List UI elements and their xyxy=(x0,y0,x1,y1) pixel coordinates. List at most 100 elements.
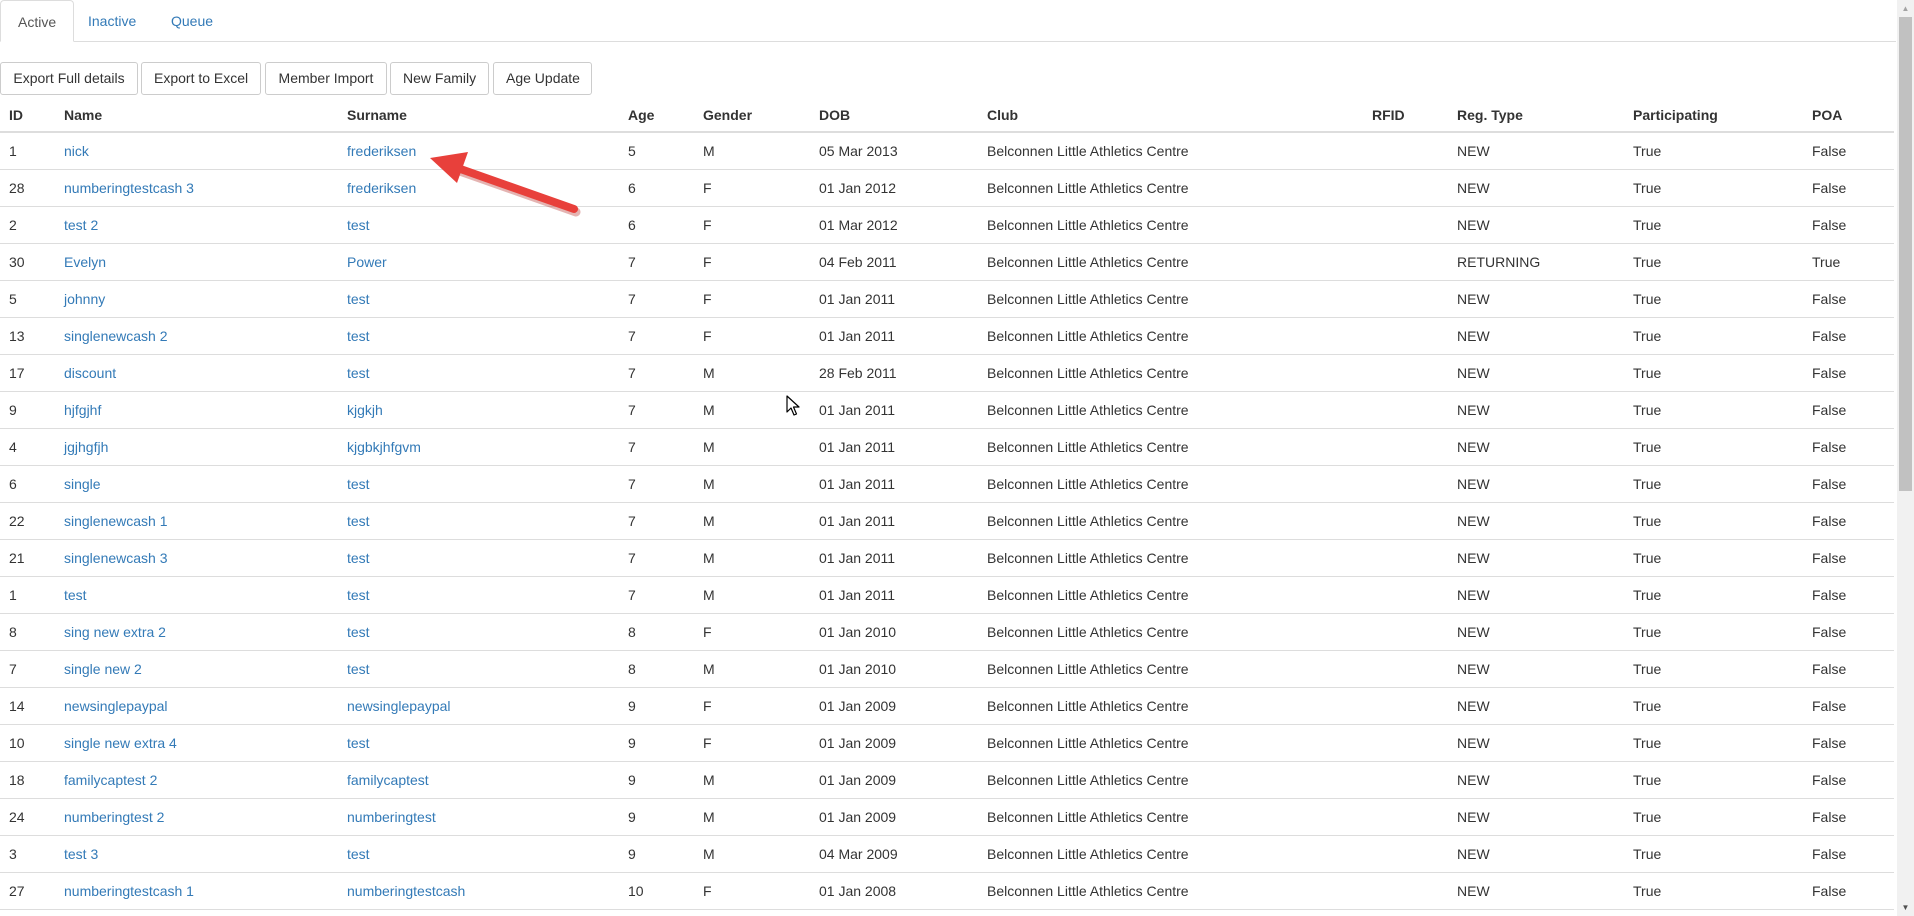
member-name-link[interactable]: familycaptest 2 xyxy=(64,772,157,788)
cell-reg-type: NEW xyxy=(1448,724,1624,762)
table-row: 6 single test 7 M 01 Jan 2011 Belconnen Little… xyxy=(0,465,1894,503)
cell-rfid xyxy=(1363,169,1448,207)
table-row: 5 johnny test 7 F 01 Jan 2011 Belconnen Little… xyxy=(0,280,1894,318)
vertical-scrollbar[interactable]: ▲ ▼ xyxy=(1897,0,1914,916)
member-surname-link[interactable]: kjgbkjhfgvm xyxy=(347,439,421,455)
cell-age: 7 xyxy=(619,354,694,392)
tab-queue[interactable]: Queue xyxy=(154,0,230,41)
cell-id: 6 xyxy=(0,465,55,503)
cell-rfid xyxy=(1363,576,1448,614)
export-to-excel-button[interactable]: Export to Excel xyxy=(141,62,261,95)
cell-club: Belconnen Little Athletics Centre xyxy=(978,465,1363,503)
member-name-link[interactable]: jgjhgfjh xyxy=(64,439,108,455)
export-full-details-button[interactable]: Export Full details xyxy=(0,62,138,95)
age-update-button[interactable]: Age Update xyxy=(493,62,592,95)
member-surname-link[interactable]: frederiksen xyxy=(347,180,416,196)
cell-age: 7 xyxy=(619,428,694,466)
member-name-link[interactable]: numberingtest 2 xyxy=(64,809,164,825)
cell-id: 30 xyxy=(0,243,55,281)
member-name-link[interactable]: Evelyn xyxy=(64,254,106,270)
member-surname-link[interactable]: kjgkjh xyxy=(347,402,383,418)
member-surname-link[interactable]: numberingtest xyxy=(347,809,436,825)
member-surname-link[interactable]: test xyxy=(347,365,370,381)
member-surname-link[interactable]: test xyxy=(347,291,370,307)
members-table: ID Name Surname Age Gender DOB Club RFID Reg. Ty… xyxy=(0,99,1894,910)
member-name-link[interactable]: single new extra 4 xyxy=(64,735,177,751)
new-family-button[interactable]: New Family xyxy=(390,62,489,95)
cell-participating: True xyxy=(1624,613,1803,651)
cell-surname: frederiksen xyxy=(338,132,619,170)
cell-gender: M xyxy=(694,761,810,799)
cell-poa: False xyxy=(1803,465,1894,503)
table-row: 7 single new 2 test 8 M 01 Jan 2010 Belconnen … xyxy=(0,650,1894,688)
member-surname-link[interactable]: test xyxy=(347,846,370,862)
member-name-link[interactable]: singlenewcash 1 xyxy=(64,513,168,529)
tab-active[interactable]: Active xyxy=(0,0,75,42)
cell-id: 17 xyxy=(0,354,55,392)
cell-participating: True xyxy=(1624,761,1803,799)
member-surname-link[interactable]: test xyxy=(347,217,370,233)
cell-gender: M xyxy=(694,539,810,577)
member-surname-link[interactable]: frederiksen xyxy=(347,143,416,159)
member-surname-link[interactable]: test xyxy=(347,513,370,529)
member-name-link[interactable]: newsinglepaypal xyxy=(64,698,168,714)
member-name-link[interactable]: sing new extra 2 xyxy=(64,624,166,640)
member-surname-link[interactable]: test xyxy=(347,587,370,603)
cell-club: Belconnen Little Athletics Centre xyxy=(978,132,1363,170)
cell-surname: test xyxy=(338,613,619,651)
member-surname-link[interactable]: test xyxy=(347,476,370,492)
member-name-link[interactable]: hjfgjhf xyxy=(64,402,101,418)
cell-surname: test xyxy=(338,206,619,244)
cell-rfid xyxy=(1363,354,1448,392)
member-name-link[interactable]: nick xyxy=(64,143,89,159)
cell-reg-type: NEW xyxy=(1448,576,1624,614)
member-name-link[interactable]: numberingtestcash 1 xyxy=(64,883,194,899)
member-name-link[interactable]: johnny xyxy=(64,291,105,307)
member-surname-link[interactable]: test xyxy=(347,328,370,344)
cell-gender: F xyxy=(694,169,810,207)
member-name-link[interactable]: single xyxy=(64,476,101,492)
member-name-link[interactable]: discount xyxy=(64,365,116,381)
member-name-link[interactable]: numberingtestcash 3 xyxy=(64,180,194,196)
mouse-pointer-icon xyxy=(786,395,800,416)
table-row: 22 singlenewcash 1 test 7 M 01 Jan 2011 Belcon… xyxy=(0,502,1894,540)
cell-rfid xyxy=(1363,687,1448,725)
member-surname-link[interactable]: test xyxy=(347,624,370,640)
table-row: 4 jgjhgfjh kjgbkjhfgvm 7 M 01 Jan 2011 Belconn… xyxy=(0,428,1894,466)
member-surname-link[interactable]: test xyxy=(347,550,370,566)
cell-participating: True xyxy=(1624,539,1803,577)
cell-reg-type: NEW xyxy=(1448,872,1624,910)
cell-surname: test xyxy=(338,576,619,614)
member-name-link[interactable]: single new 2 xyxy=(64,661,142,677)
member-name-link[interactable]: test xyxy=(64,587,87,603)
cell-participating: True xyxy=(1624,465,1803,503)
cell-id: 2 xyxy=(0,206,55,244)
member-name-link[interactable]: singlenewcash 3 xyxy=(64,550,168,566)
cell-age: 9 xyxy=(619,687,694,725)
cell-participating: True xyxy=(1624,724,1803,762)
cell-club: Belconnen Little Athletics Centre xyxy=(978,576,1363,614)
triangle-down-icon[interactable]: ▼ xyxy=(1897,899,1914,916)
cell-poa: False xyxy=(1803,798,1894,836)
member-name-link[interactable]: test 2 xyxy=(64,217,98,233)
tab-inactive[interactable]: Inactive xyxy=(71,0,153,41)
cell-club: Belconnen Little Athletics Centre xyxy=(978,613,1363,651)
scrollbar-thumb[interactable] xyxy=(1899,17,1912,491)
cell-reg-type: NEW xyxy=(1448,613,1624,651)
cell-gender: M xyxy=(694,428,810,466)
member-surname-link[interactable]: test xyxy=(347,661,370,677)
member-surname-link[interactable]: familycaptest xyxy=(347,772,429,788)
member-name-link[interactable]: singlenewcash 2 xyxy=(64,328,168,344)
triangle-up-icon[interactable]: ▲ xyxy=(1897,0,1914,17)
member-surname-link[interactable]: newsinglepaypal xyxy=(347,698,451,714)
member-surname-link[interactable]: test xyxy=(347,735,370,751)
member-surname-link[interactable]: Power xyxy=(347,254,387,270)
cell-rfid xyxy=(1363,724,1448,762)
cell-poa: False xyxy=(1803,391,1894,429)
member-import-button[interactable]: Member Import xyxy=(265,62,387,95)
member-name-link[interactable]: test 3 xyxy=(64,846,98,862)
member-surname-link[interactable]: numberingtestcash xyxy=(347,883,465,899)
cell-id: 3 xyxy=(0,835,55,873)
cell-participating: True xyxy=(1624,280,1803,318)
cell-club: Belconnen Little Athletics Centre xyxy=(978,835,1363,873)
